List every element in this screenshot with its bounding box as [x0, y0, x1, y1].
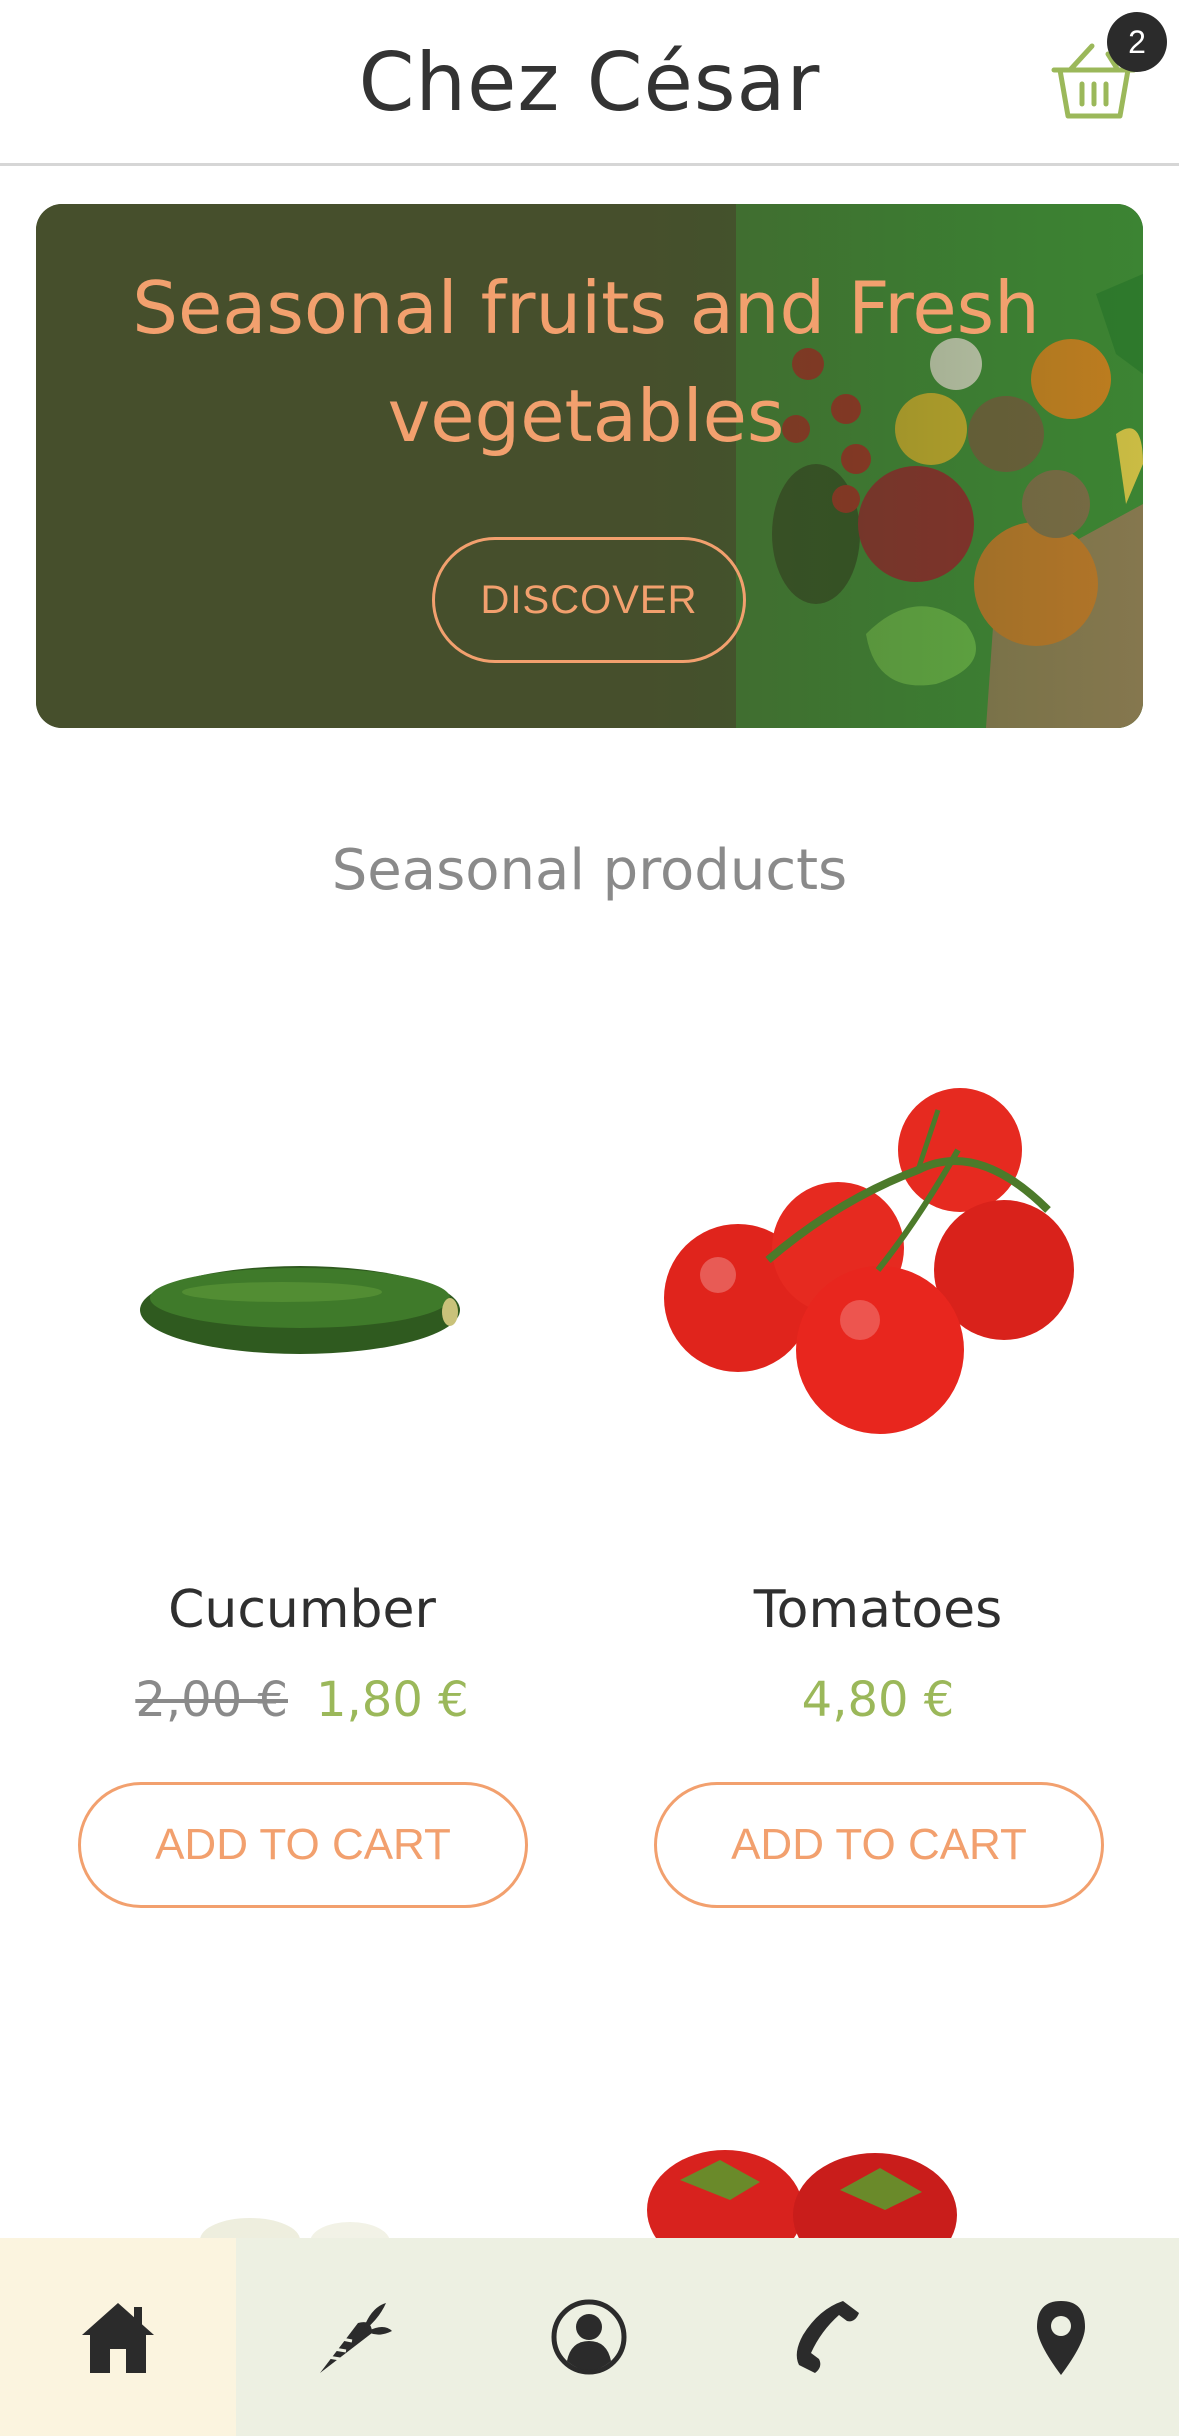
cucumber-image[interactable] — [42, 1020, 562, 1540]
add-to-cart-button[interactable]: ADD TO CART — [78, 1782, 528, 1908]
product-price: 2,00 € 1,80 € — [42, 1672, 562, 1728]
app-header: Chez César 2 — [0, 0, 1179, 166]
phone-icon — [797, 2301, 860, 2373]
tomatoes-image[interactable] — [618, 1020, 1138, 1540]
nav-home[interactable] — [0, 2238, 236, 2436]
section-title: Seasonal products — [331, 838, 848, 903]
home-icon — [81, 2303, 154, 2373]
old-price: 2,00 € — [135, 1672, 288, 1728]
nav-products[interactable] — [236, 2238, 472, 2436]
add-to-cart-button[interactable]: ADD TO CART — [654, 1782, 1104, 1908]
bottom-navigation — [0, 2238, 1179, 2436]
product-card-cucumber: Cucumber 2,00 € 1,80 € ADD TO CART — [42, 1020, 562, 1920]
discover-button[interactable]: DISCOVER — [432, 537, 746, 663]
carrot-icon — [319, 2303, 392, 2373]
cart-count-badge: 2 — [1107, 12, 1167, 72]
product-name: Tomatoes — [753, 1580, 1003, 1640]
strawberries-image-partial — [647, 2150, 957, 2238]
product-price: 4,80 € — [618, 1672, 1138, 1728]
cauliflower-image-partial — [200, 2218, 390, 2240]
nav-location[interactable] — [943, 2238, 1179, 2436]
user-icon — [551, 2299, 627, 2375]
product-card-tomatoes: Tomatoes 4,80 € ADD TO CART — [618, 1020, 1138, 1920]
current-price: 4,80 € — [801, 1672, 955, 1728]
nav-account[interactable] — [472, 2238, 708, 2436]
nav-contact[interactable] — [707, 2238, 943, 2436]
current-price: 1,80 € — [316, 1672, 469, 1728]
product-name: Cucumber — [168, 1580, 436, 1640]
hero-banner: Seasonal fruits and Fresh vegetables DIS… — [36, 204, 1143, 728]
hero-title: Seasonal fruits and Fresh vegetables — [132, 266, 1040, 458]
brand-title: Chez César — [358, 36, 821, 129]
location-pin-icon — [1037, 2301, 1086, 2375]
